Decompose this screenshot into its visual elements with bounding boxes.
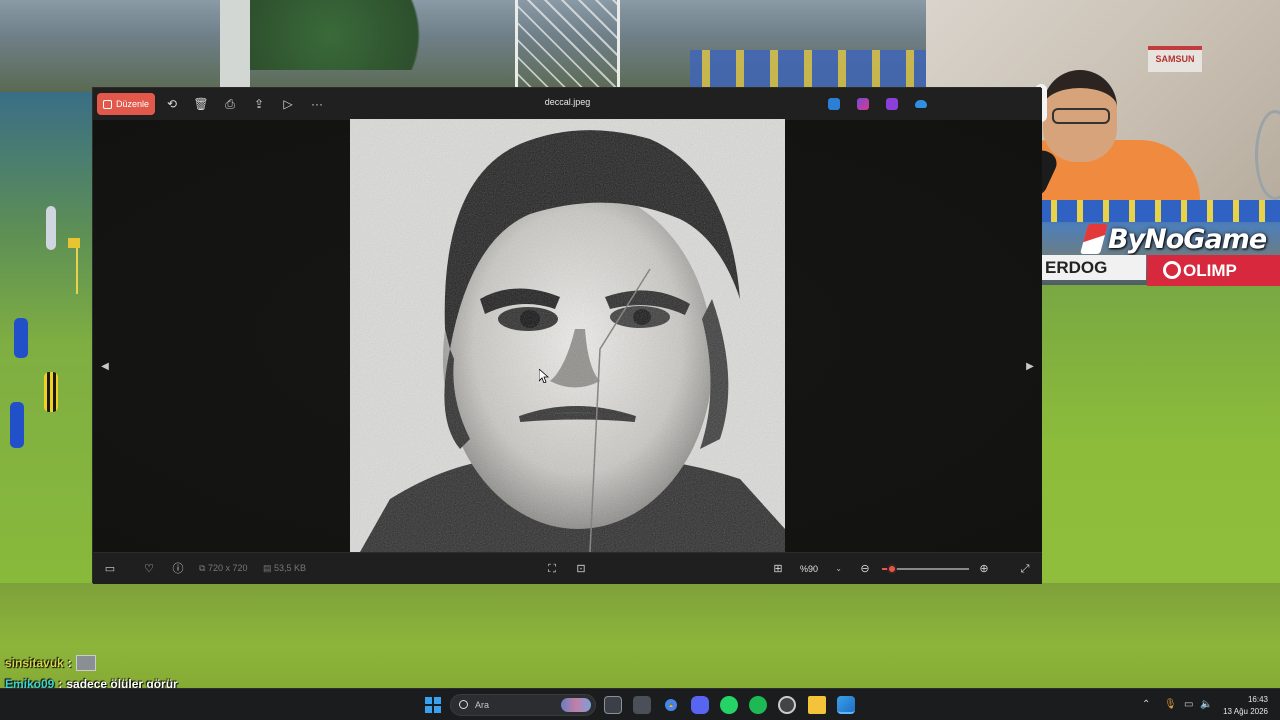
tray-overflow-icon[interactable]: ⌃: [1142, 699, 1150, 711]
player-referee: [46, 206, 56, 250]
onedrive-icon[interactable]: [915, 100, 927, 108]
corner-flag: [68, 238, 80, 248]
image-dimensions: ⧉ 720 x 720: [199, 563, 248, 574]
favorite-heart-icon[interactable]: ♡: [142, 562, 156, 576]
slideshow-icon[interactable]: ▷: [279, 95, 297, 113]
portrait-image: [350, 119, 785, 552]
edit-button-label: Düzenle: [115, 99, 150, 109]
stadium-pole: [220, 0, 250, 95]
print-icon[interactable]: ⎙: [221, 95, 239, 113]
webcam-wall-sign: SAMSUN: [1148, 46, 1202, 72]
taskbar-search[interactable]: Ara: [450, 694, 596, 716]
zoom-slider[interactable]: [882, 564, 969, 574]
fit-to-window-icon[interactable]: ⛶: [545, 562, 559, 576]
player-yellow: [44, 372, 58, 412]
player-blue: [10, 402, 24, 448]
zoom-level-dropdown[interactable]: %90 ⌄: [792, 559, 848, 579]
chevron-down-icon: ⌄: [835, 564, 842, 573]
stadium-trees: [250, 0, 450, 70]
brand-name: ByNoGame: [1108, 223, 1267, 255]
share-icon[interactable]: ⇪: [250, 95, 268, 113]
rotate-icon[interactable]: ⟲: [163, 95, 181, 113]
edit-button[interactable]: Düzenle: [97, 93, 155, 115]
floodlight-tower: [515, 0, 620, 90]
streamer-glasses: [1052, 108, 1110, 124]
chat-username: sinsitavuk: [5, 656, 64, 670]
photo-viewer-window: Düzenle ⟲ 🗑 ⎙ ⇪ ▷ ··· deccal.jpeg ◀ ▶ ▭ …: [92, 87, 1042, 584]
brand-logo-icon: [1079, 224, 1109, 254]
file-explorer-icon[interactable]: [808, 696, 826, 714]
displayed-photo: [350, 119, 785, 552]
edit-icon: [102, 99, 112, 109]
filmstrip-icon[interactable]: ▭: [103, 562, 117, 576]
spotify-app-icon[interactable]: [749, 696, 767, 714]
image-dimensions-value: 720 x 720: [207, 563, 248, 573]
chat-emote-icon: [75, 655, 96, 671]
search-highlight-art: [561, 698, 591, 712]
viewer-statusbar: ▭ ♡ ⓘ ⧉ 720 x 720 ▤ 53,5 KB ⛶ ⊡ ⊞ %90 ⌄ …: [93, 552, 1042, 584]
file-size: ▤ 53,5 KB: [263, 563, 306, 574]
network-icon[interactable]: ▭: [1184, 699, 1193, 711]
photos-app-icon[interactable]: [837, 696, 855, 714]
fullscreen-icon[interactable]: ⤢: [1018, 562, 1032, 576]
previous-image-icon[interactable]: ◀: [99, 360, 111, 374]
clipchamp-app-icon[interactable]: [857, 98, 869, 110]
designer-app-icon[interactable]: [828, 98, 840, 110]
search-icon: [459, 700, 468, 709]
start-menu-icon[interactable]: [425, 697, 441, 713]
whatsapp-app-icon[interactable]: [720, 696, 738, 714]
chat-separator: :: [67, 656, 72, 670]
video-editor-app-icon[interactable]: [886, 98, 898, 110]
zoom-in-icon[interactable]: ⊕: [977, 562, 991, 576]
obs-app-icon[interactable]: [778, 696, 796, 714]
clock-date[interactable]: 13 Ağu 2026: [1210, 707, 1268, 716]
streamer-brand: ByNoGame: [1079, 221, 1267, 257]
ad-ring-icon: [1163, 261, 1181, 279]
stadium-seats: [1041, 200, 1280, 222]
zoom-out-icon[interactable]: ⊖: [858, 562, 872, 576]
viewer-toolbar: Düzenle ⟲ 🗑 ⎙ ⇪ ▷ ··· deccal.jpeg: [93, 88, 1042, 120]
player-blue: [14, 318, 28, 358]
search-placeholder: Ara: [475, 700, 490, 710]
file-size-value: 53,5 KB: [274, 563, 307, 573]
windows-taskbar: Ara ⌃ 🎙 ▭ 🔈 16:43 13 Ağu 2026: [0, 688, 1280, 720]
chrome-app-icon[interactable]: [662, 696, 680, 714]
next-image-icon[interactable]: ▶: [1024, 360, 1036, 374]
zoom-level-value: %90: [800, 564, 819, 574]
zoom-slider-thumb[interactable]: [887, 564, 898, 574]
zoom-mode-icon[interactable]: ⊞: [771, 562, 785, 576]
ad-board-right-label: OLIMP: [1183, 261, 1237, 280]
pitch-bottom: [0, 583, 1280, 688]
mouse-cursor-icon: [539, 369, 549, 383]
ad-board-left: ERDOG: [1041, 255, 1146, 280]
dimensions-icon: ⧉: [199, 563, 206, 573]
file-info-icon[interactable]: ⓘ: [171, 562, 185, 576]
clock-time[interactable]: 16:43: [1214, 695, 1268, 704]
store-app-icon[interactable]: [633, 696, 651, 714]
discord-app-icon[interactable]: [691, 696, 709, 714]
delete-icon[interactable]: 🗑: [192, 95, 210, 113]
task-view-icon[interactable]: [604, 696, 622, 714]
ad-board-right: OLIMP: [1147, 255, 1280, 286]
file-size-icon: ▤: [263, 563, 272, 573]
actual-size-icon[interactable]: ⊡: [574, 562, 588, 576]
microphone-icon[interactable]: 🎙: [1164, 699, 1177, 711]
stadium-stands: [690, 50, 930, 88]
chat-message: sinsitavuk :: [5, 655, 96, 671]
more-icon[interactable]: ···: [308, 95, 326, 113]
